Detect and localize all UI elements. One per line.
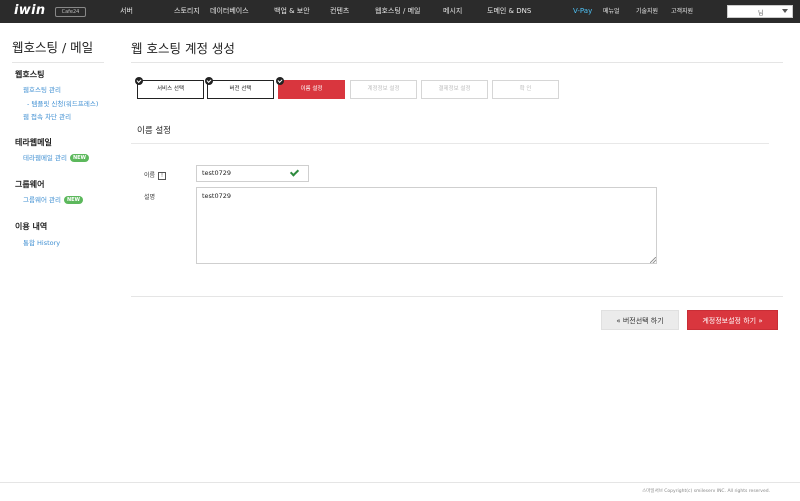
step-version-select: 버전 선택 — [205, 77, 274, 99]
step-confirm: 확 인 — [492, 80, 559, 99]
account-select[interactable]: 님 — [727, 5, 793, 18]
sidebar-heading-usage: 이용 내역 — [15, 222, 48, 231]
section-divider — [131, 143, 769, 144]
nav-webhosting-mail[interactable]: 웹호스팅 / 메일 — [375, 0, 420, 23]
footer-copyright: 스마일서브 Copyright(c) smileserv INC. All ri… — [642, 489, 770, 494]
check-icon — [291, 168, 297, 177]
step-label: 이름 설정 — [300, 86, 323, 92]
step-label: 확 인 — [519, 86, 532, 92]
nav-manual[interactable]: 메뉴얼 — [603, 0, 620, 23]
sidebar-item-web-block[interactable]: 웹 접속 차단 관리 — [23, 111, 71, 121]
nav-domain-dns[interactable]: 도메인 & DNS — [487, 0, 531, 23]
step-label: 계정정보 설정 — [367, 86, 400, 92]
step-payment-setting: 결제정보 설정 — [421, 80, 488, 99]
description-textarea[interactable]: test0729 — [196, 187, 657, 264]
footer-divider — [0, 482, 800, 483]
form-bottom-divider — [131, 296, 783, 297]
step-label: 결제정보 설정 — [438, 86, 471, 92]
iwin-logo[interactable]: iwin — [14, 3, 45, 18]
sidebar: 웹호스팅 / 메일 웹호스팅 웹호스팅 관리 - 템플릿 신청(워드프레스) 웹… — [0, 23, 112, 483]
sidebar-item-label: 테라웹메일 관리 — [23, 154, 67, 162]
sidebar-item-template-apply[interactable]: - 템플릿 신청(워드프레스) — [27, 98, 98, 108]
next-account-button[interactable]: 계정정보설정 하기 » — [687, 310, 778, 330]
sidebar-heading-terawebmail: 테라웹메일 — [15, 138, 52, 147]
chevron-down-icon — [782, 9, 788, 13]
nav-server[interactable]: 서버 — [120, 0, 133, 23]
page-title: 웹 호스팅 계정 생성 — [131, 41, 235, 56]
check-icon — [205, 77, 213, 85]
description-label: 설명 — [144, 194, 156, 201]
nav-message[interactable]: 메시지 — [443, 0, 462, 23]
name-label-text: 이름 — [144, 172, 156, 179]
step-label: 서비스 선택 — [156, 86, 185, 92]
step-account-setting: 계정정보 설정 — [350, 80, 417, 99]
prev-version-button[interactable]: « 버전선택 하기 — [601, 310, 679, 330]
new-badge: NEW — [63, 196, 84, 204]
check-icon — [276, 77, 284, 85]
sidebar-item-webhosting-manage[interactable]: 웹호스팅 관리 — [23, 84, 61, 94]
sidebar-divider — [12, 62, 104, 63]
sidebar-heading-groupware: 그룹웨어 — [15, 180, 45, 189]
sidebar-item-label: 그룹웨어 관리 — [23, 196, 61, 204]
sidebar-heading-webhosting: 웹호스팅 — [15, 70, 45, 79]
nav-database[interactable]: 데이터베이스 — [210, 0, 249, 23]
sidebar-item-groupware-manage[interactable]: 그룹웨어 관리 NEW — [23, 194, 84, 204]
top-navbar: iwin Cafe24 서버 스토리지 데이터베이스 백업 & 보안 컨텐츠 웹… — [0, 0, 800, 23]
info-icon[interactable]: ! — [158, 171, 167, 180]
sidebar-item-terawebmail-manage[interactable]: 테라웹메일 관리 NEW — [23, 152, 90, 162]
step-name-setting: 이름 설정 — [276, 77, 345, 99]
nav-contents[interactable]: 컨텐츠 — [330, 0, 349, 23]
logo-badge: Cafe24 — [55, 7, 86, 17]
nav-customer-support[interactable]: 고객지원 — [671, 0, 693, 23]
new-badge: NEW — [69, 154, 90, 162]
nav-storage[interactable]: 스토리지 — [174, 0, 200, 23]
check-icon — [135, 77, 143, 85]
nav-tech-support[interactable]: 기술지원 — [636, 0, 658, 23]
nav-vpay[interactable]: V-Pay — [573, 0, 592, 23]
sidebar-item-history[interactable]: 통합 History — [23, 237, 60, 247]
nav-backup-security[interactable]: 백업 & 보안 — [274, 0, 310, 23]
resize-handle-icon[interactable] — [650, 257, 656, 263]
step-service-select: 서비스 선택 — [135, 77, 204, 99]
name-label: 이름! — [144, 170, 167, 180]
sidebar-title: 웹호스팅 / 메일 — [12, 40, 94, 55]
step-label: 버전 선택 — [229, 86, 252, 92]
section-title: 이름 설정 — [137, 126, 171, 136]
account-select-value: 님 — [758, 10, 764, 17]
title-divider — [131, 62, 783, 63]
